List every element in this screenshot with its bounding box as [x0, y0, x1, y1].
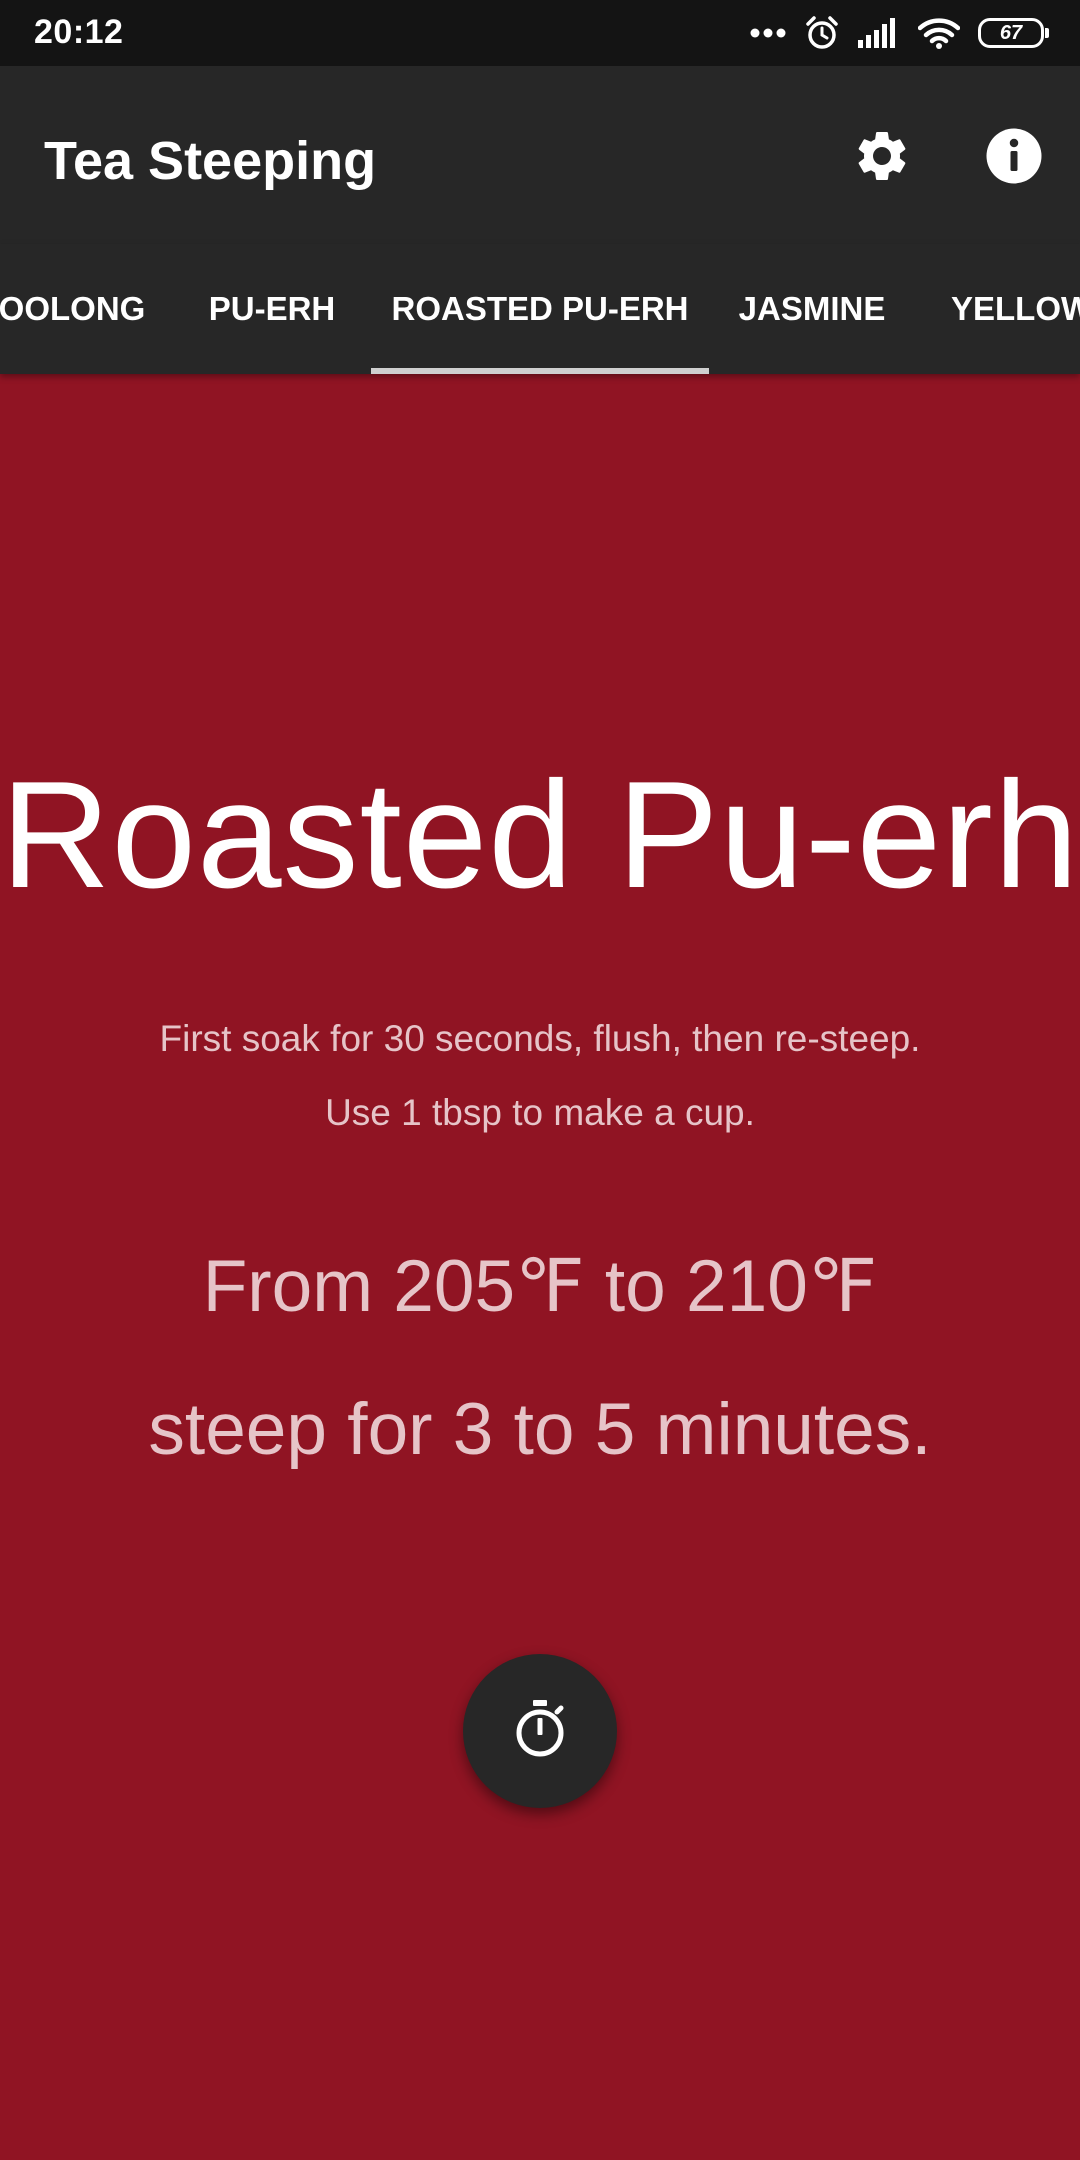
more-dots-icon [750, 27, 786, 39]
tea-tip: Use 1 tbsp to make a cup. [325, 1092, 755, 1133]
battery-icon: 67 [978, 18, 1049, 48]
app-bar: Tea Steeping [0, 66, 1080, 244]
status-icons: 67 [750, 12, 1049, 54]
status-time: 20:12 [34, 13, 124, 51]
temperature-text: From 205℉ to 210℉ [202, 1246, 878, 1327]
tab-oolong[interactable]: OOLONG [0, 244, 172, 374]
signal-icon [858, 18, 900, 48]
status-bar: 20:12 67 [0, 0, 1080, 66]
wifi-icon [918, 17, 960, 49]
tab-yellow[interactable]: YELLOW [915, 244, 1080, 374]
tab-roasted-pu-erh[interactable]: ROASTED PU-ERH [371, 244, 709, 374]
tea-tip: First soak for 30 seconds, flush, then r… [159, 1018, 921, 1059]
alarm-icon [804, 15, 840, 51]
tab-jasmine[interactable]: JASMINE [709, 244, 915, 374]
app-title: Tea Steeping [44, 131, 377, 191]
info-icon [984, 126, 1044, 191]
settings-button[interactable] [842, 118, 922, 198]
settings-icon [852, 126, 912, 191]
steep-time-text: steep for 3 to 5 minutes. [148, 1389, 932, 1470]
timer-button[interactable] [463, 1654, 617, 1808]
tea-name: Roasted Pu-erh [0, 750, 1080, 920]
info-button[interactable] [974, 118, 1054, 198]
battery-level: 67 [999, 22, 1023, 44]
stopwatch-icon [513, 1699, 567, 1763]
tab-bar: OOLONG PU-ERH ROASTED PU-ERH JASMINE YEL… [0, 244, 1080, 374]
tea-content: Roasted Pu-erh First soak for 30 seconds… [0, 374, 1080, 2160]
tab-pu-erh[interactable]: PU-ERH [172, 244, 372, 374]
